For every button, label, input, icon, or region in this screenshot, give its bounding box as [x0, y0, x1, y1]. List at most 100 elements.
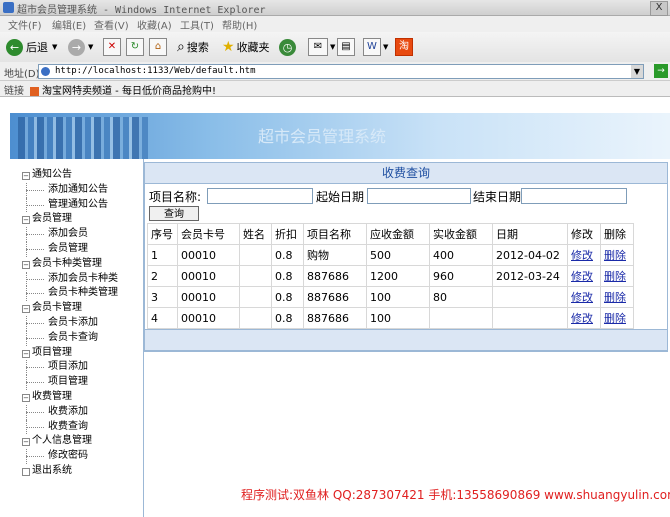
collapse-icon[interactable]: −	[22, 305, 30, 314]
menu-help[interactable]: 帮助(H)	[222, 17, 257, 32]
mail-button[interactable]: ✉ ▼	[308, 37, 335, 57]
sidebar-group-7[interactable]: 退出系统	[22, 464, 118, 479]
sidebar-item-0-0[interactable]: 添加通知公告	[22, 182, 118, 198]
collapse-icon[interactable]: −	[22, 393, 30, 402]
back-label: 后退	[26, 41, 48, 54]
sidebar-item-4-1[interactable]: 项目管理	[22, 375, 118, 390]
history-button[interactable]: ◷	[279, 37, 296, 57]
sidebar-group-label: 项目管理	[32, 346, 72, 358]
sidebar-item-5-1[interactable]: 收费查询	[22, 419, 118, 435]
table-row: 3 00010 0.8 887686 100 80 修改 删除	[147, 286, 634, 308]
table-cell: 0.8	[271, 265, 304, 287]
stop-icon: ✕	[103, 38, 121, 56]
delete-link[interactable]: 删除	[604, 270, 626, 283]
delete-link[interactable]: 删除	[604, 249, 626, 262]
sidebar-item-3-1[interactable]: 会员卡查询	[22, 330, 118, 346]
edit-link[interactable]: 修改	[571, 270, 593, 283]
sidebar-group-3[interactable]: − 会员卡管理	[22, 301, 118, 316]
sidebar-item-3-0[interactable]: 会员卡添加	[22, 315, 118, 331]
edit-button[interactable]: W ▼	[363, 37, 388, 57]
links-item[interactable]: 淘宝网特卖频道 - 每日低价商品抢购中!	[30, 82, 216, 97]
building-image	[18, 117, 148, 159]
edit-link[interactable]: 修改	[571, 249, 593, 262]
sidebar-item-1-1[interactable]: 会员管理	[22, 241, 118, 257]
table-cell: 500	[366, 244, 430, 266]
sidebar-group-4[interactable]: − 项目管理	[22, 346, 118, 361]
panel-footer	[144, 329, 668, 351]
links-bar: 链接 淘宝网特卖频道 - 每日低价商品抢购中!	[0, 81, 670, 97]
menu-tools[interactable]: 工具(T)	[180, 17, 214, 32]
sidebar-item-4-0[interactable]: 项目添加	[22, 360, 118, 375]
table-cell: 1	[147, 244, 178, 266]
edit-link[interactable]: 修改	[571, 312, 593, 325]
mail-icon: ✉	[308, 38, 328, 56]
home-button[interactable]: ⌂	[149, 37, 167, 57]
sidebar-group-0[interactable]: − 通知公告	[22, 168, 118, 183]
menu-file[interactable]: 文件(F)	[8, 17, 42, 32]
table-cell: 00010	[177, 244, 240, 266]
table-cell: 400	[429, 244, 493, 266]
search-label: 搜索	[186, 41, 209, 54]
close-button[interactable]: X	[650, 1, 668, 16]
back-button[interactable]: ← 后退 ▼	[6, 37, 57, 57]
collapse-icon[interactable]: −	[22, 216, 30, 225]
table-cell: 960	[429, 265, 493, 287]
column-header: 姓名	[239, 223, 272, 245]
delete-link[interactable]: 删除	[604, 291, 626, 304]
forward-button[interactable]: → ▼	[68, 37, 93, 57]
print-button[interactable]: ▤	[337, 37, 355, 57]
sidebar-group-6[interactable]: − 个人信息管理	[22, 434, 118, 449]
sidebar-item-1-0[interactable]: 添加会员	[22, 227, 118, 242]
action-cell: 修改	[567, 244, 601, 266]
sidebar-item-2-0[interactable]: 添加会员卡种类	[22, 271, 118, 287]
taobao-button[interactable]: 淘	[395, 37, 413, 57]
column-header: 实收金额	[429, 223, 493, 245]
sidebar-group-5[interactable]: − 收费管理	[22, 390, 118, 405]
word-icon: W	[363, 38, 381, 56]
table-row: 1 00010 0.8 购物 500 400 2012-04-02 修改 删除	[147, 244, 634, 266]
sidebar-item-6-0[interactable]: 修改密码	[22, 449, 118, 464]
refresh-button[interactable]: ↻	[126, 37, 144, 57]
delete-link[interactable]: 删除	[604, 312, 626, 325]
charge-table: 序号 会员卡号 姓名 折扣 项目名称 应收金额 实收金额 日期 修改 删除 1 00010 0.8 购物…	[147, 223, 634, 329]
toolbar: ← 后退 ▼ → ▼ ✕ ↻ ⌂ ⌕ 搜索 ★ 收藏夹 ◷ ✉ ▼ ▤ W ▼ 淘	[0, 32, 670, 63]
sidebar-group-2[interactable]: − 会员卡种类管理	[22, 257, 118, 272]
favorites-button[interactable]: ★ 收藏夹	[222, 37, 270, 57]
back-arrow-icon: ←	[6, 38, 23, 56]
window-title: 超市会员管理系统 - Windows Internet Explorer	[17, 5, 266, 16]
sidebar-group-1[interactable]: − 会员管理	[22, 212, 118, 227]
start-date-input[interactable]	[367, 188, 471, 204]
end-date-input[interactable]	[521, 188, 627, 204]
banner-title: 超市会员管理系统	[258, 127, 387, 146]
collapse-icon[interactable]: −	[22, 349, 30, 358]
leaf-icon[interactable]	[22, 467, 30, 476]
page-icon	[41, 67, 50, 76]
taobao-icon: 淘	[395, 38, 413, 56]
menu-favorites[interactable]: 收藏(A)	[137, 17, 172, 32]
address-input[interactable]: http://localhost:1133/Web/default.htm ▼	[38, 64, 644, 79]
search-form: 项目名称: 起始日期 结束日期	[149, 188, 661, 206]
collapse-icon[interactable]: −	[22, 438, 30, 447]
table-cell	[239, 244, 272, 266]
menu-edit[interactable]: 编辑(E)	[52, 17, 86, 32]
sidebar-item-0-1[interactable]: 管理通知公告	[22, 197, 118, 213]
search-button[interactable]: ⌕ 搜索	[177, 37, 209, 57]
edit-link[interactable]: 修改	[571, 291, 593, 304]
sidebar-group-label: 个人信息管理	[32, 435, 92, 447]
address-dropdown-icon[interactable]: ▼	[631, 65, 643, 78]
query-button[interactable]: 查询	[149, 206, 199, 221]
collapse-icon[interactable]: −	[22, 260, 30, 269]
stop-button[interactable]: ✕	[103, 37, 121, 57]
start-date-label: 起始日期	[316, 190, 365, 204]
sidebar-item-2-1[interactable]: 会员卡种类管理	[22, 286, 118, 301]
item-name-input[interactable]	[207, 188, 313, 204]
sidebar-item-5-0[interactable]: 收费添加	[22, 404, 118, 420]
sidebar-group-label: 收费管理	[32, 390, 72, 402]
table-row: 4 00010 0.8 887686 100 修改 删除	[147, 307, 634, 329]
table-cell: 100	[366, 286, 430, 308]
table-cell	[429, 307, 493, 329]
table-cell: 4	[147, 307, 178, 329]
collapse-icon[interactable]: −	[22, 172, 30, 180]
menu-view[interactable]: 查看(V)	[94, 17, 129, 32]
go-button[interactable]: →	[654, 64, 668, 78]
